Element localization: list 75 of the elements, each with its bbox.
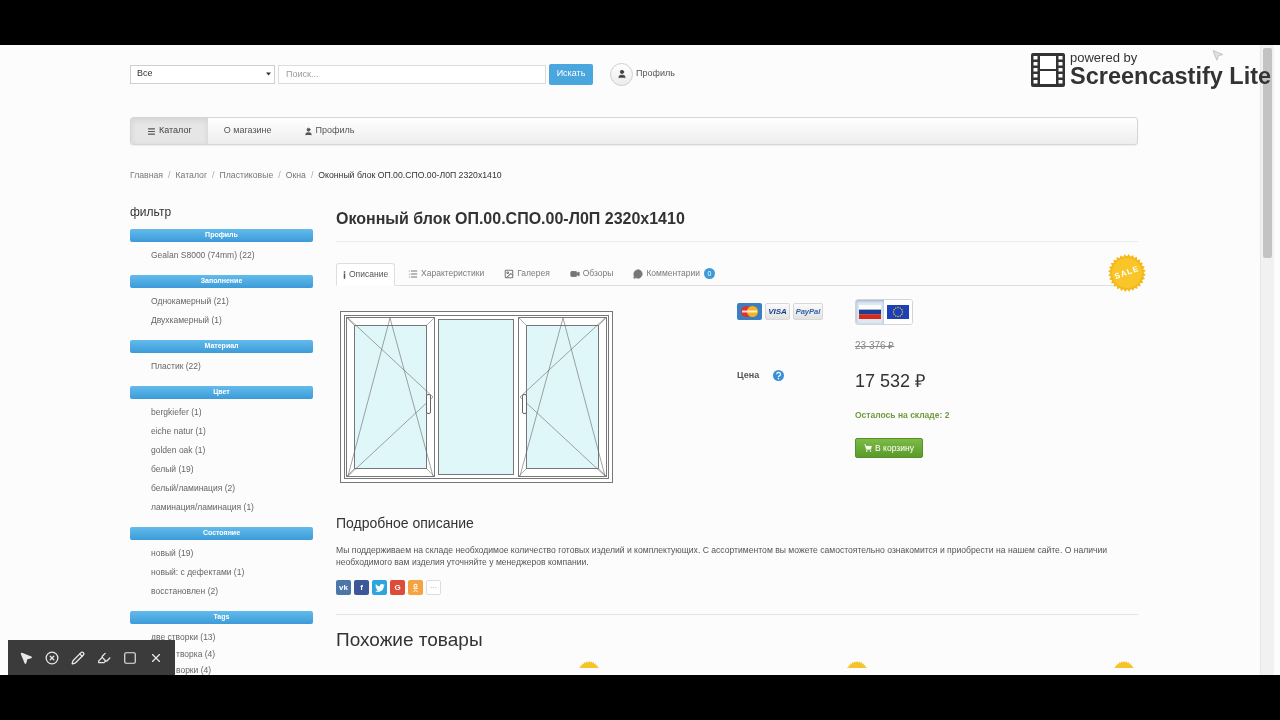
list-icon: [408, 268, 419, 279]
speech-bubble-icon: [633, 268, 644, 279]
currency-button[interactable]: [884, 300, 912, 324]
highlighter-icon[interactable]: [97, 650, 111, 665]
stock-status: Осталось на складе: 2: [855, 409, 951, 421]
nav-tab[interactable]: Каталог: [131, 118, 208, 144]
video-camera-icon: [569, 268, 580, 279]
image-icon: [504, 268, 515, 279]
breadcrumb-link[interactable]: Главная: [130, 169, 164, 183]
square-icon[interactable]: [123, 650, 137, 665]
cart-icon: [864, 444, 873, 452]
filter-option[interactable]: белый (19): [151, 463, 194, 474]
pointer-icon[interactable]: [19, 650, 33, 665]
filter-option[interactable]: eiche natur (1): [151, 425, 206, 436]
section-heading: Похожие товары: [336, 628, 484, 652]
filter-option[interactable]: творка (4): [176, 649, 216, 659]
filter-option[interactable]: Gealan S8000 (74mm) (22): [151, 249, 255, 260]
breadcrumb-separator: /: [168, 169, 171, 183]
product-tab[interactable]: Описание: [336, 263, 396, 286]
mouse-pointer-icon: [1211, 47, 1224, 63]
description-text: Мы поддерживаем на складе необходимое количество готовых изделий и комплектующих. С ассортиментом вы можете самостоятельно ознакомится и приобрести на нашем сайте. О наличии необходимого вам изделия уточняйте у менеджеров компании.: [336, 544, 1109, 568]
circle-cross-icon[interactable]: [45, 650, 59, 665]
breadcrumb-separator: /: [278, 169, 281, 183]
price-label: Цена: [737, 369, 760, 381]
nav-tab[interactable]: Профиль: [287, 118, 371, 144]
filter-option[interactable]: Двухкамерный (1): [151, 314, 222, 325]
star-circle-flag-icon: [887, 305, 909, 319]
breadcrumb-separator: /: [310, 169, 314, 183]
caret-down-icon: [266, 72, 271, 76]
filter-option[interactable]: белый/ламинация (2): [151, 482, 236, 493]
filter-option[interactable]: восстановлен (2): [151, 585, 219, 596]
current-price: 17 532 ₽: [855, 370, 927, 392]
share-button[interactable]: f: [354, 580, 369, 595]
section-heading: Подробное описание: [336, 514, 475, 532]
user-avatar-icon[interactable]: [610, 62, 633, 86]
breadcrumb-separator: /: [212, 169, 215, 183]
card-logo-icon: [737, 303, 762, 320]
pencil-icon[interactable]: [71, 650, 85, 665]
watermark-name: Screencastify Lite: [1070, 64, 1272, 89]
bird-icon: [374, 583, 385, 592]
filter-option[interactable]: Пластик (22): [151, 360, 201, 371]
breadcrumb-link[interactable]: Пластиковые: [219, 169, 274, 183]
share-button[interactable]: [372, 580, 387, 595]
breadcrumb-current: Оконный блок ОП.00.СПО.00-Л0П 2320x1410: [318, 169, 502, 183]
product-tab[interactable]: Обзоры: [562, 262, 621, 285]
product-tab[interactable]: Характеристики: [401, 262, 492, 285]
filter-option[interactable]: новый: с дефектами (1): [151, 566, 245, 577]
currency-button[interactable]: [856, 300, 884, 324]
filter-option[interactable]: bergkiefer (1): [151, 406, 202, 417]
profile-link[interactable]: Профиль: [636, 67, 675, 81]
breadcrumb-link[interactable]: Каталог: [175, 169, 208, 183]
product-title: Оконный блок ОП.00.СПО.00-Л0П 2320x1410: [336, 209, 686, 228]
category-select[interactable]: Все: [130, 64, 275, 84]
breadcrumb-link[interactable]: Окна: [285, 169, 306, 183]
filter-option[interactable]: ворки (4): [176, 665, 212, 675]
person-icon: [412, 582, 419, 593]
filter-option[interactable]: golden oak (1): [151, 444, 206, 455]
filter-option[interactable]: ламинация/ламинация (1): [151, 501, 254, 512]
share-button[interactable]: G: [390, 580, 405, 595]
filter-option[interactable]: новый (19): [151, 547, 194, 558]
film-strip-icon: [1031, 53, 1065, 87]
share-button[interactable]: vk: [336, 580, 351, 595]
watermark-tagline: powered by: [1070, 51, 1138, 64]
help-icon[interactable]: [773, 369, 785, 381]
payment-logo: VISA: [765, 303, 790, 320]
menu-icon: [147, 126, 156, 136]
search-field[interactable]: Поиск...: [278, 64, 546, 84]
tricolor-flag-icon: [859, 305, 881, 319]
nav-tab[interactable]: О магазине: [207, 118, 288, 144]
product-tab[interactable]: Галерея: [497, 262, 557, 285]
info-icon: [343, 270, 346, 279]
filter-option[interactable]: Однокамерный (21): [151, 295, 229, 306]
user-icon: [303, 126, 313, 136]
old-price: 23 376 ₽: [855, 340, 896, 352]
filter-title: фильтр: [130, 205, 173, 219]
